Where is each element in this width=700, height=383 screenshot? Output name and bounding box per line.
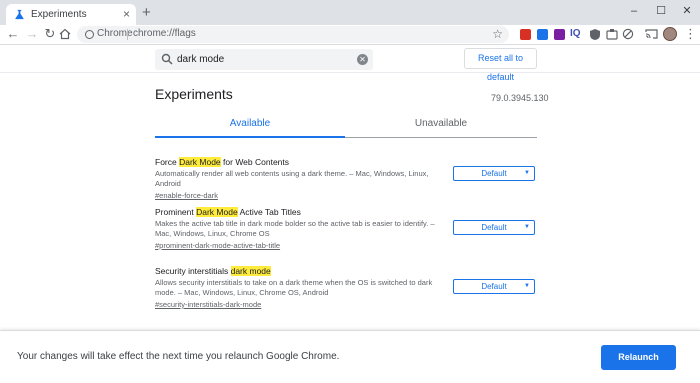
- tab-available[interactable]: Available: [155, 112, 345, 138]
- forward-icon[interactable]: →: [24, 26, 40, 42]
- experiment-description: Automatically render all web contents us…: [155, 169, 429, 188]
- search-box[interactable]: ✕: [155, 49, 373, 70]
- shield-extension-icon[interactable]: [589, 28, 601, 41]
- maximize-icon[interactable]: ☐: [651, 3, 671, 19]
- url-text[interactable]: chrome://flags: [133, 28, 196, 39]
- relaunch-footer: Your changes will take effect the next t…: [0, 330, 700, 383]
- close-tab-icon[interactable]: ×: [123, 7, 130, 21]
- experiment-item: Prominent Dark Mode Active Tab Titles Ma…: [155, 207, 537, 251]
- avatar[interactable]: [663, 27, 677, 41]
- search-icon: [161, 53, 173, 65]
- reset-all-button[interactable]: Reset all to default: [464, 48, 537, 82]
- page-title: Experiments: [155, 86, 233, 102]
- block-extension-icon[interactable]: [622, 28, 634, 40]
- dropdown-caret-icon: ▼: [524, 224, 530, 230]
- dropdown-caret-icon: ▼: [524, 170, 530, 176]
- close-window-icon[interactable]: ✕: [677, 3, 697, 19]
- browser-tab[interactable]: Experiments ×: [6, 4, 136, 25]
- iq-extension-icon[interactable]: IQ: [570, 27, 581, 41]
- flags-header: ✕ Reset all to default: [0, 46, 700, 82]
- experiment-description: Allows security interstitials to take on…: [155, 278, 433, 297]
- omnibox[interactable]: Chrome chrome://flags ☆: [77, 26, 509, 43]
- back-icon[interactable]: ←: [5, 26, 21, 42]
- clear-search-icon[interactable]: ✕: [357, 54, 368, 65]
- home-icon[interactable]: [59, 28, 71, 40]
- new-tab-icon[interactable]: +: [142, 5, 151, 20]
- cast-icon[interactable]: [645, 28, 658, 40]
- purple-extension-icon[interactable]: [554, 29, 565, 40]
- search-input[interactable]: [177, 52, 347, 67]
- red-extension-icon[interactable]: [520, 29, 531, 40]
- dropdown-caret-icon: ▼: [524, 283, 530, 289]
- experiment-select[interactable]: Default ▼: [453, 279, 535, 294]
- experiment-select[interactable]: Default ▼: [453, 220, 535, 235]
- tab-unavailable[interactable]: Unavailable: [345, 112, 537, 138]
- experiment-item: Force Dark Mode for Web Contents Automat…: [155, 157, 537, 201]
- tab-strip: Experiments × + – ☐ ✕: [0, 0, 700, 25]
- tab-title: Experiments: [31, 9, 87, 20]
- experiment-link[interactable]: #prominent-dark-mode-active-tab-title: [155, 241, 537, 251]
- experiment-select[interactable]: Default ▼: [453, 166, 535, 181]
- experiment-title: Security interstitials dark mode: [155, 266, 271, 276]
- flask-icon: [15, 9, 24, 20]
- experiment-description: Makes the active tab title in dark mode …: [155, 219, 435, 238]
- experiment-link[interactable]: #enable-force-dark: [155, 191, 537, 201]
- browser-toolbar: ← → ↻ Chrome chrome://flags ☆ IQ ⋮: [0, 25, 700, 45]
- experiment-link[interactable]: #security-interstitials-dark-mode: [155, 300, 537, 310]
- minimize-icon[interactable]: –: [624, 3, 644, 19]
- relaunch-message: Your changes will take effect the next t…: [17, 351, 340, 362]
- calendar-extension-icon[interactable]: [537, 29, 548, 40]
- version-number: 79.0.3945.130: [491, 93, 549, 103]
- experiment-item: Security interstitials dark mode Allows …: [155, 266, 537, 310]
- relaunch-button[interactable]: Relaunch: [601, 345, 676, 370]
- puzzle-extension-icon[interactable]: [606, 28, 618, 40]
- site-info-icon[interactable]: [85, 30, 94, 39]
- menu-icon[interactable]: ⋮: [684, 26, 697, 42]
- reload-icon[interactable]: ↻: [42, 26, 58, 42]
- omnibox-divider: [127, 29, 128, 40]
- bookmark-star-icon[interactable]: ☆: [492, 27, 503, 41]
- experiment-title: Prominent Dark Mode Active Tab Titles: [155, 207, 301, 217]
